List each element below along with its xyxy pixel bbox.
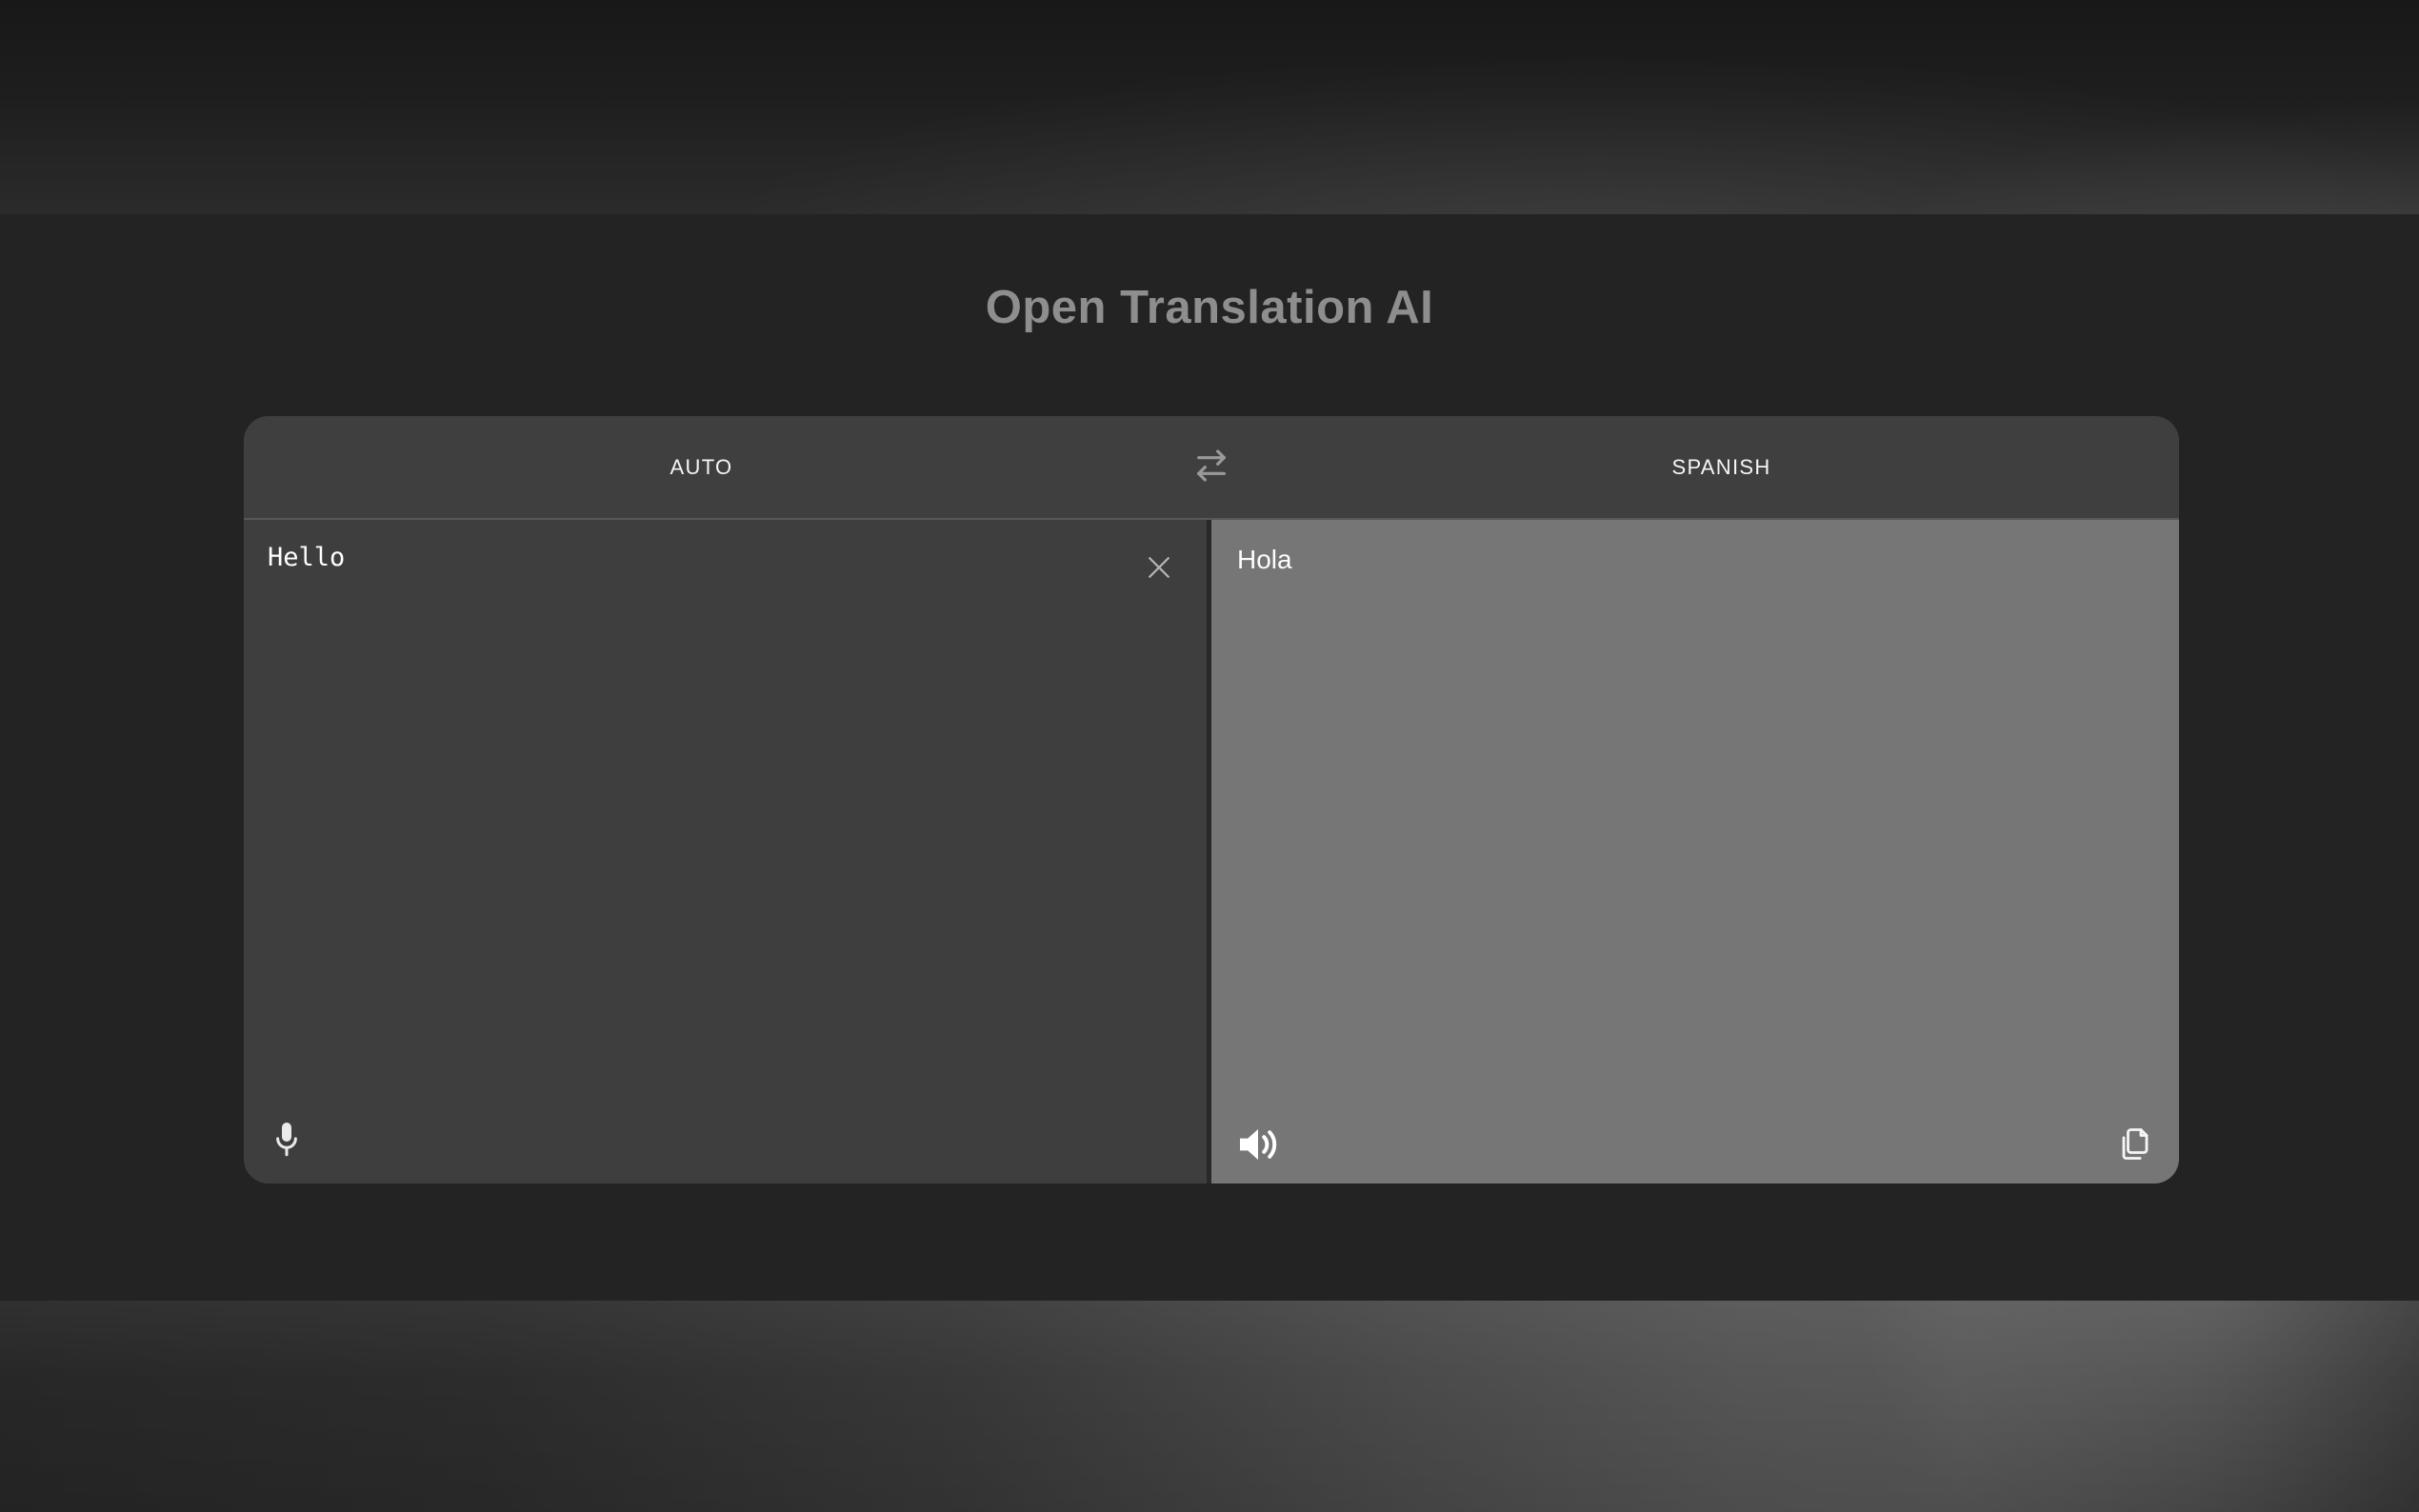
microphone-button[interactable] [272,1119,301,1164]
source-language-label[interactable]: AUTO [244,455,1159,480]
translator-panels: Hello Hola [244,520,2179,1184]
swap-languages-button[interactable] [1159,416,1264,518]
swap-arrows-icon [1191,447,1231,487]
speaker-icon [1236,1129,1282,1167]
speak-translation-button[interactable] [1236,1124,1282,1164]
target-language-label[interactable]: SPANISH [1264,455,2179,480]
language-header-bar: AUTO SPANISH [244,416,2179,520]
source-text-panel[interactable]: Hello [244,520,1207,1184]
target-text-panel: Hola [1211,520,2179,1184]
desktop-glow-bottom [0,1301,2419,1512]
source-text-input[interactable]: Hello [268,543,345,572]
translator-card: AUTO SPANISH Hello Hola [244,416,2179,1184]
microphone-icon [272,1123,301,1167]
target-text-output: Hola [1237,545,1292,574]
page-title: Open Translation AI [985,281,1434,333]
copy-icon [2118,1128,2152,1165]
desktop-glow-top [0,0,2419,214]
copy-translation-button[interactable] [2118,1123,2152,1163]
clear-text-button[interactable] [1142,550,1176,585]
x-clear-icon [1142,557,1176,587]
